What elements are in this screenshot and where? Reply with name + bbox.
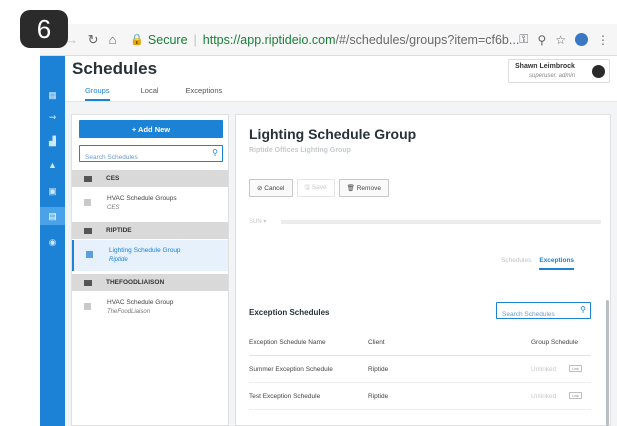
- day-selector[interactable]: SUN ▾: [249, 218, 266, 225]
- menu-icon[interactable]: ⋮: [597, 33, 609, 47]
- user-role: superuser, admin: [529, 73, 576, 79]
- group-header-riptide[interactable]: RIPTIDE: [72, 222, 228, 239]
- lock-icon[interactable]: ▣: [40, 182, 65, 200]
- app-sidebar: ▦ ⇝ ▟ ▲ ▣ ▤ ◉: [40, 56, 65, 426]
- exception-client: Riptide: [368, 393, 389, 400]
- group-header-label: THEFOODLIAISON: [106, 279, 165, 286]
- link-button[interactable]: Link: [569, 365, 582, 372]
- url-path: /#/schedules/groups?item=cf6b...: [335, 32, 520, 47]
- exception-search-input[interactable]: [497, 307, 575, 322]
- alarm-icon[interactable]: ▲: [40, 156, 65, 174]
- reload-icon[interactable]: ↻: [85, 32, 100, 48]
- scrollbar[interactable]: [606, 300, 609, 426]
- address-bar[interactable]: 🔒 Secure | https://app.riptideio.com /#/…: [130, 29, 519, 51]
- folder-icon: [84, 227, 92, 234]
- folder-icon: [84, 279, 92, 286]
- exception-status: Unlinked: [531, 393, 557, 400]
- remove-button[interactable]: 🗑 Remove: [338, 179, 389, 197]
- schedule-group-icon: [84, 199, 91, 206]
- detail-title: Lighting Schedule Group: [249, 126, 417, 142]
- search-icon[interactable]: ⚲: [212, 148, 218, 157]
- user-card[interactable]: Shawn Leimbrock superuser, admin: [508, 59, 610, 83]
- tab-groups[interactable]: Groups: [85, 86, 110, 101]
- home-icon[interactable]: ⌂: [105, 32, 120, 47]
- bookmark-star-icon[interactable]: ☆: [555, 33, 566, 47]
- list-item-subtitle: Riptide: [109, 257, 128, 263]
- search-schedules-field[interactable]: ⚲: [79, 145, 223, 165]
- group-header-thefoodliaison[interactable]: THEFOODLIAISON: [72, 274, 228, 291]
- group-header-label: RIPTIDE: [106, 227, 132, 234]
- user-icon[interactable]: ◉: [40, 233, 65, 251]
- list-item-subtitle: TheFoodLiaison: [107, 309, 151, 315]
- schedule-groups-panel: + Add New ⚲ CES HVAC Schedule Groups CES…: [71, 114, 229, 426]
- screenshot-root: 6 → ↻ ⌂ 🔒 Secure | https://app.riptideio…: [0, 0, 617, 426]
- detail-tabs: Schedules Exceptions: [501, 257, 575, 270]
- page-title: Schedules: [72, 59, 158, 78]
- detail-subtitle: Riptide Offices Lighting Group: [249, 147, 351, 154]
- tab-local[interactable]: Local: [141, 86, 159, 101]
- browser-toolbar: → ↻ ⌂ 🔒 Secure | https://app.riptideio.c…: [40, 24, 617, 56]
- browser-actions: ⚿ ⚲ ☆ ⋮: [519, 32, 609, 47]
- schedule-icon[interactable]: ▤: [40, 207, 65, 225]
- folder-icon: [84, 175, 92, 182]
- avatar: [592, 65, 605, 78]
- zoom-icon[interactable]: ⚲: [537, 33, 546, 47]
- step-badge: 6: [20, 10, 68, 48]
- list-item-title: HVAC Schedule Groups: [107, 195, 177, 202]
- app-header: Schedules Groups Local Exceptions Shawn …: [65, 56, 617, 102]
- exception-client: Riptide: [368, 366, 389, 373]
- chart-icon[interactable]: ▟: [40, 132, 65, 150]
- link-button[interactable]: Link: [569, 392, 582, 399]
- list-item-title: HVAC Schedule Group: [107, 299, 174, 306]
- top-tabs: Groups Local Exceptions: [72, 86, 222, 101]
- cancel-button[interactable]: ⊘ Cancel: [249, 179, 293, 197]
- add-new-button[interactable]: + Add New: [79, 120, 223, 138]
- group-header-ces[interactable]: CES: [72, 170, 228, 187]
- table-header-row: Exception Schedule Name Client Group Sch…: [249, 329, 591, 356]
- exception-name: Test Exception Schedule: [249, 393, 321, 400]
- exception-search-field[interactable]: ⚲: [496, 302, 591, 322]
- schedule-group-icon: [86, 251, 93, 258]
- graph-icon[interactable]: ⇝: [40, 108, 65, 126]
- tab-exceptions-detail[interactable]: Exceptions: [539, 257, 575, 270]
- key-icon[interactable]: ⚿: [519, 32, 528, 47]
- exception-status: Unlinked: [531, 366, 557, 373]
- exception-name: Summer Exception Schedule: [249, 366, 333, 373]
- list-item-title: Lighting Schedule Group: [109, 247, 181, 254]
- table-row[interactable]: Summer Exception Schedule Riptide Unlink…: [249, 356, 591, 383]
- secure-label: Secure: [147, 32, 188, 47]
- app-content: Schedules Groups Local Exceptions Shawn …: [65, 56, 617, 426]
- list-item[interactable]: HVAC Schedule Group TheFoodLiaison: [72, 292, 228, 323]
- dashboard-icon[interactable]: ▦: [40, 86, 65, 104]
- table-row[interactable]: Test Exception Schedule Riptide Unlinked…: [249, 383, 591, 410]
- user-name: Shawn Leimbrock: [515, 63, 575, 70]
- action-bar: ⊘ Cancel 🖫 Save 🗑 Remove: [249, 179, 389, 197]
- schedule-group-icon: [84, 303, 91, 310]
- column-header-client: Client: [368, 339, 385, 346]
- schedule-timeline-bar: [281, 220, 601, 224]
- search-schedules-input[interactable]: [80, 150, 205, 165]
- url-host: https://app.riptideio.com: [202, 32, 336, 47]
- extension-icon[interactable]: [575, 33, 588, 46]
- schedule-detail-panel: Lighting Schedule Group Riptide Offices …: [235, 114, 611, 426]
- column-header-group-schedule: Group Schedule: [531, 339, 578, 346]
- list-item-selected[interactable]: Lighting Schedule Group Riptide: [72, 240, 228, 271]
- save-button[interactable]: 🖫 Save: [296, 179, 335, 197]
- list-item-subtitle: CES: [107, 205, 120, 211]
- list-item[interactable]: HVAC Schedule Groups CES: [72, 188, 228, 219]
- column-header-name: Exception Schedule Name: [249, 339, 326, 346]
- lock-icon: 🔒: [130, 34, 144, 46]
- search-icon[interactable]: ⚲: [580, 305, 586, 314]
- tab-schedules[interactable]: Schedules: [501, 257, 531, 270]
- tab-exceptions[interactable]: Exceptions: [186, 86, 223, 101]
- url-separator: |: [193, 32, 197, 47]
- group-header-label: CES: [106, 175, 120, 182]
- exception-schedules-heading: Exception Schedules: [249, 308, 330, 317]
